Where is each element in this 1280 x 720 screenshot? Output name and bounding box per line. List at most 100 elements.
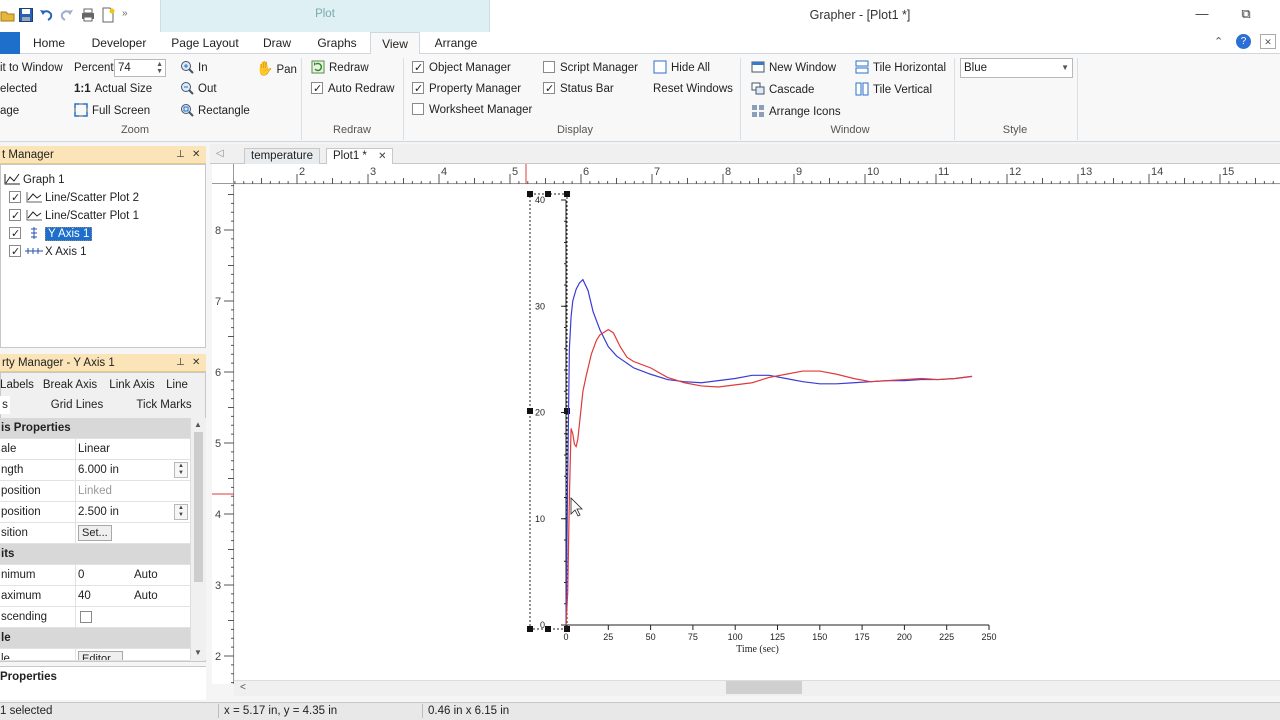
- prop-row-scale[interactable]: ale Linear: [0, 439, 190, 460]
- plot-canvas[interactable]: 0 25 50 75 100 125 150 175 200 225 250 0 10 20 30 40 Tim…: [235, 185, 1280, 680]
- pan-button[interactable]: ✋ Pan: [256, 59, 297, 77]
- tree-item-x-axis[interactable]: X Axis 1: [9, 243, 87, 261]
- tab-home[interactable]: Home: [24, 32, 74, 54]
- set-position-button[interactable]: Set...: [78, 525, 112, 541]
- scroll-down-icon[interactable]: ▼: [194, 648, 202, 657]
- horizontal-scroll-thumb[interactable]: [726, 681, 802, 694]
- tab-page-layout[interactable]: Page Layout: [166, 32, 244, 54]
- close-icon[interactable]: ✕: [192, 146, 200, 164]
- prop-row-minimum[interactable]: nimum 0 Auto: [0, 565, 190, 586]
- visibility-checkbox[interactable]: [9, 207, 21, 225]
- new-icon[interactable]: [100, 7, 116, 23]
- tab-tick-marks[interactable]: Tick Marks: [128, 396, 200, 414]
- new-window-button[interactable]: New Window: [751, 59, 836, 77]
- prop-row-descending[interactable]: scending: [0, 607, 190, 628]
- tab-scroll-left-icon[interactable]: ◁: [216, 148, 224, 159]
- property-manager-toggle[interactable]: Property Manager: [412, 80, 521, 98]
- visibility-checkbox[interactable]: [9, 189, 21, 207]
- prop-row-x-position[interactable]: position Linked: [0, 481, 190, 502]
- spin-icon[interactable]: ▲ ▼: [174, 504, 188, 520]
- tab-break-axis[interactable]: Break Axis: [40, 376, 100, 394]
- tab-grid-lines[interactable]: Grid Lines: [44, 396, 110, 414]
- spin-icon[interactable]: ▲ ▼: [174, 462, 188, 478]
- percent-spin-icon[interactable]: ▲ ▼: [156, 61, 163, 75]
- full-screen-button[interactable]: Full Screen: [74, 102, 150, 120]
- tab-draw[interactable]: Draw: [254, 32, 300, 54]
- redraw-button[interactable]: Redraw: [311, 59, 369, 77]
- script-manager-toggle[interactable]: Script Manager: [543, 59, 638, 77]
- property-manager-checkbox[interactable]: [412, 80, 424, 98]
- undo-icon[interactable]: [38, 7, 54, 23]
- reset-windows-button[interactable]: Reset Windows: [653, 80, 733, 98]
- property-scrollbar[interactable]: ▲ ▼: [190, 418, 206, 660]
- zoom-rectangle-button[interactable]: Rectangle: [180, 102, 250, 120]
- section-axis-properties[interactable]: is Properties: [0, 418, 190, 439]
- scroll-left-icon[interactable]: <: [240, 682, 246, 693]
- prop-row-title[interactable]: le Editor...: [0, 649, 190, 661]
- zoom-in-button[interactable]: In: [180, 59, 208, 77]
- print-icon[interactable]: [80, 7, 96, 23]
- tree-item-y-axis[interactable]: Y Axis 1: [9, 225, 93, 243]
- tab-axis[interactable]: s: [0, 396, 10, 414]
- save-icon[interactable]: [18, 7, 34, 23]
- worksheet-manager-checkbox[interactable]: [412, 103, 424, 115]
- visibility-checkbox[interactable]: [9, 225, 21, 243]
- tab-link-axis[interactable]: Link Axis: [104, 376, 160, 394]
- script-manager-checkbox[interactable]: [543, 61, 555, 73]
- prop-row-length[interactable]: ngth 6.000 in ▲ ▼: [0, 460, 190, 481]
- scroll-up-icon[interactable]: ▲: [194, 420, 202, 429]
- tree-item-line-scatter-2[interactable]: Line/Scatter Plot 2: [9, 189, 139, 207]
- object-manager-toggle[interactable]: Object Manager: [412, 59, 511, 77]
- redo-icon[interactable]: [59, 7, 75, 23]
- section-title[interactable]: le: [0, 628, 190, 649]
- worksheet-manager-toggle[interactable]: Worksheet Manager: [412, 101, 532, 119]
- section-limits[interactable]: its: [0, 544, 190, 565]
- qat-overflow-icon[interactable]: »: [122, 8, 128, 19]
- tree-item-line-scatter-1[interactable]: Line/Scatter Plot 1: [9, 207, 139, 225]
- auto-redraw-checkbox[interactable]: [311, 80, 323, 98]
- prop-row-y-position[interactable]: position 2.500 in ▲ ▼: [0, 502, 190, 523]
- style-select[interactable]: Blue ▼: [960, 58, 1073, 78]
- close-doc-icon[interactable]: ✕: [1260, 34, 1276, 49]
- status-bar-toggle[interactable]: Status Bar: [543, 80, 614, 98]
- close-icon[interactable]: ✕: [192, 354, 200, 372]
- prop-row-maximum[interactable]: aximum 40 Auto: [0, 586, 190, 607]
- help-icon[interactable]: ?: [1236, 34, 1251, 49]
- tab-arrange[interactable]: Arrange: [428, 32, 484, 54]
- visibility-checkbox[interactable]: [9, 243, 21, 261]
- tree-item-graph[interactable]: Graph 1: [3, 171, 65, 189]
- temperature-chart[interactable]: 0 25 50 75 100 125 150 175 200 225 250 0 10 20 30 40 Tim…: [235, 185, 1280, 680]
- actual-size-button[interactable]: 1:1 Actual Size: [74, 80, 152, 98]
- collapse-ribbon-icon[interactable]: ⌃: [1214, 35, 1223, 48]
- minimize-button[interactable]: —: [1190, 6, 1214, 24]
- title-editor-button[interactable]: Editor...: [78, 651, 124, 660]
- tile-vertical-button[interactable]: Tile Vertical: [855, 81, 932, 99]
- pin-icon[interactable]: ⊥: [176, 354, 185, 372]
- descending-checkbox[interactable]: [80, 611, 92, 623]
- prop-row-position[interactable]: sition Set...: [0, 523, 190, 544]
- scroll-thumb[interactable]: [194, 432, 203, 582]
- zoom-out-button[interactable]: Out: [180, 80, 217, 98]
- tab-view[interactable]: View: [370, 32, 420, 55]
- file-tab[interactable]: [0, 32, 20, 54]
- open-icon[interactable]: [0, 7, 16, 23]
- auto-redraw-toggle[interactable]: Auto Redraw: [311, 80, 394, 98]
- doc-tab-temperature[interactable]: temperature: [244, 148, 321, 164]
- percent-input[interactable]: 74 ▲ ▼: [114, 59, 166, 77]
- hide-all-button[interactable]: Hide All: [653, 59, 710, 77]
- close-tab-icon[interactable]: ✕: [378, 151, 386, 162]
- object-manager-checkbox[interactable]: [412, 59, 424, 77]
- tile-horizontal-button[interactable]: Tile Horizontal: [855, 59, 946, 77]
- tab-line[interactable]: Line: [162, 376, 192, 394]
- tab-labels[interactable]: Labels: [0, 376, 34, 394]
- prop-auto-value[interactable]: Auto: [134, 565, 158, 585]
- zoom-selected-button[interactable]: elected: [0, 80, 37, 98]
- cascade-button[interactable]: Cascade: [751, 81, 814, 99]
- restore-button[interactable]: ⧉: [1234, 6, 1258, 24]
- status-bar-checkbox[interactable]: [543, 80, 555, 98]
- doc-tab-plot1[interactable]: Plot1 * ✕: [326, 148, 394, 164]
- arrange-icons-button[interactable]: Arrange Icons: [751, 103, 841, 121]
- tab-graphs[interactable]: Graphs: [308, 32, 366, 54]
- zoom-page-button[interactable]: age: [0, 102, 19, 120]
- pin-icon[interactable]: ⊥: [176, 146, 185, 164]
